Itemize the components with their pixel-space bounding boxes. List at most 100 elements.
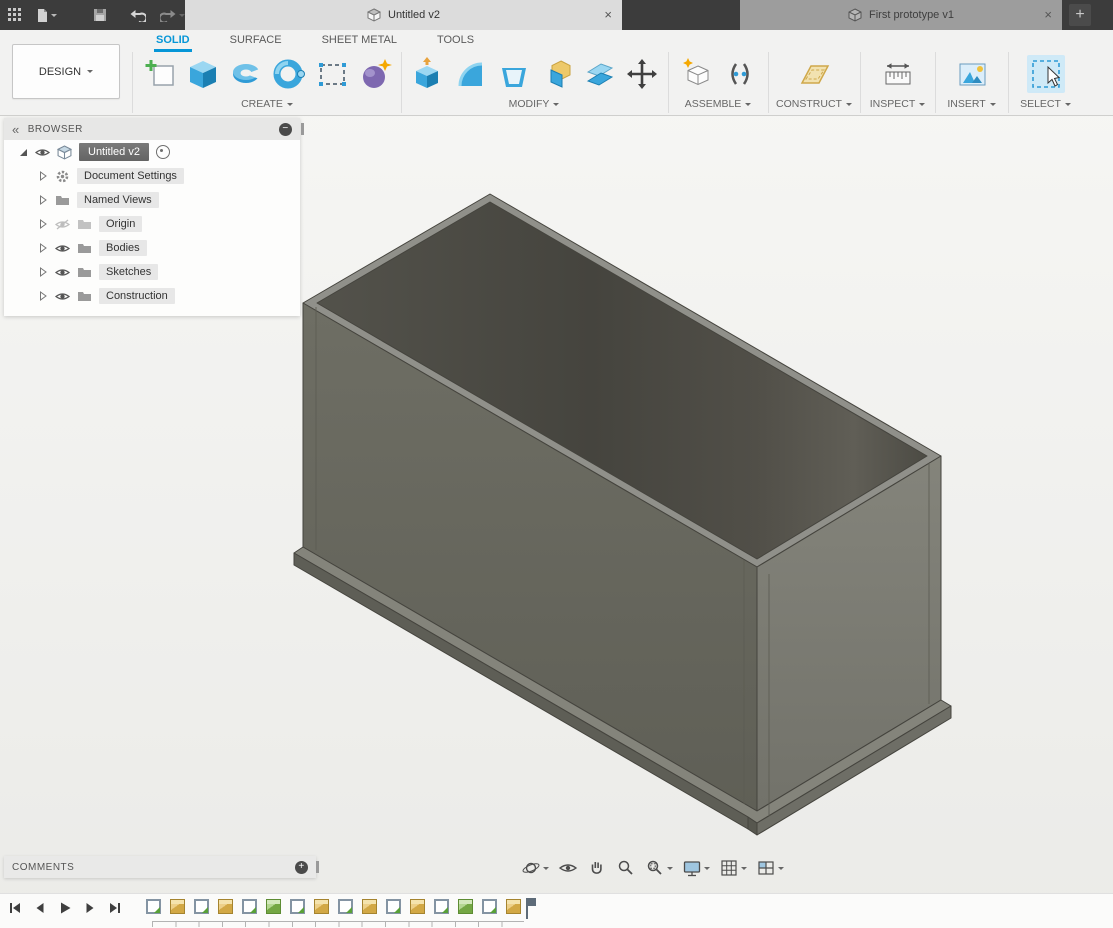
browser-header[interactable]: « BROWSER − bbox=[4, 118, 304, 140]
timeline-feature-extrude-icon[interactable] bbox=[506, 899, 521, 914]
zoom-icon[interactable] bbox=[613, 856, 639, 880]
app-grid-icon[interactable] bbox=[8, 8, 22, 22]
visibility-eye-icon[interactable] bbox=[55, 267, 70, 278]
group-dropdown-inspect[interactable]: INSPECT bbox=[860, 96, 935, 112]
timeline-feature-extrude-icon[interactable] bbox=[362, 899, 377, 914]
browser-item-label[interactable]: Document Settings bbox=[77, 168, 184, 184]
orbit-icon[interactable] bbox=[518, 856, 552, 880]
new-component-icon[interactable] bbox=[678, 55, 716, 93]
close-tab-icon[interactable]: × bbox=[604, 7, 612, 22]
collapsed-arrow-icon[interactable] bbox=[38, 243, 48, 253]
timeline-feature-sketch-icon[interactable] bbox=[290, 899, 305, 914]
timeline-feature-sketch-icon[interactable] bbox=[338, 899, 353, 914]
tab-sheet-metal[interactable]: SHEET METAL bbox=[306, 30, 413, 52]
browser-item-construction[interactable]: Construction bbox=[4, 284, 300, 308]
timeline-feature-sketch-icon[interactable] bbox=[386, 899, 401, 914]
tab-surface[interactable]: SURFACE bbox=[214, 30, 298, 52]
timeline-feature-extrude-green-icon[interactable] bbox=[458, 899, 473, 914]
tab-tools[interactable]: TOOLS bbox=[421, 30, 490, 52]
collapsed-arrow-icon[interactable] bbox=[38, 291, 48, 301]
new-tab-button[interactable]: + bbox=[1069, 4, 1091, 26]
undo-icon[interactable] bbox=[129, 8, 146, 22]
measure-icon[interactable] bbox=[879, 55, 917, 93]
display-settings-icon[interactable] bbox=[679, 856, 713, 880]
group-dropdown-modify[interactable]: MODIFY bbox=[400, 96, 668, 112]
file-icon[interactable] bbox=[36, 8, 57, 23]
panel-resize-handle[interactable] bbox=[316, 861, 319, 873]
press-pull-icon[interactable] bbox=[408, 55, 446, 93]
timeline-playhead-marker[interactable] bbox=[524, 898, 536, 919]
move-icon[interactable] bbox=[623, 55, 661, 93]
torus-icon[interactable] bbox=[270, 55, 308, 93]
redo-icon[interactable] bbox=[160, 8, 185, 22]
box-primitive-icon[interactable] bbox=[184, 55, 222, 93]
timeline-feature-extrude-green-icon[interactable] bbox=[266, 899, 281, 914]
close-tab-icon[interactable]: × bbox=[1044, 7, 1052, 22]
expand-comments-icon[interactable]: + bbox=[295, 860, 308, 874]
document-tab-inactive[interactable]: First prototype v1 × bbox=[740, 0, 1062, 30]
activate-radio-icon[interactable] bbox=[155, 145, 170, 159]
timeline-feature-sketch-icon[interactable] bbox=[194, 899, 209, 914]
group-dropdown-insert[interactable]: INSERT bbox=[935, 96, 1008, 112]
panel-resize-handle[interactable] bbox=[301, 123, 304, 135]
group-dropdown-select[interactable]: SELECT bbox=[1008, 96, 1083, 112]
timeline-feature-extrude-icon[interactable] bbox=[314, 899, 329, 914]
skip-to-start-icon[interactable] bbox=[8, 901, 22, 915]
browser-item-label[interactable]: Sketches bbox=[99, 264, 159, 280]
insert-image-icon[interactable] bbox=[953, 55, 991, 93]
timeline-feature-extrude-icon[interactable] bbox=[218, 899, 233, 914]
window-zoom-icon[interactable] bbox=[642, 856, 676, 880]
pan-hand-icon[interactable] bbox=[584, 856, 610, 880]
select-cursor-icon[interactable] bbox=[1026, 55, 1065, 93]
viewports-icon[interactable] bbox=[753, 856, 787, 880]
collapsed-arrow-icon[interactable] bbox=[38, 267, 48, 277]
save-icon[interactable] bbox=[93, 8, 107, 22]
coil-icon[interactable] bbox=[356, 55, 394, 93]
minimize-panel-icon[interactable]: − bbox=[279, 122, 292, 136]
tab-solid[interactable]: SOLID bbox=[140, 30, 206, 52]
browser-item-origin[interactable]: Origin bbox=[4, 212, 300, 236]
grid-settings-icon[interactable] bbox=[716, 856, 750, 880]
create-sketch-icon[interactable] bbox=[141, 55, 179, 93]
timeline-feature-sketch-icon[interactable] bbox=[434, 899, 449, 914]
fillet-icon[interactable] bbox=[451, 55, 489, 93]
document-tab-active[interactable]: Untitled v2 × bbox=[185, 0, 622, 30]
visibility-eye-icon[interactable] bbox=[35, 147, 50, 158]
browser-item-label[interactable]: Untitled v2 bbox=[79, 143, 149, 161]
timeline-feature-extrude-icon[interactable] bbox=[170, 899, 185, 914]
timeline-feature-sketch-icon[interactable] bbox=[146, 899, 161, 914]
visibility-eye-icon[interactable] bbox=[55, 243, 70, 254]
group-dropdown-create[interactable]: CREATE bbox=[133, 96, 401, 112]
browser-item-bodies[interactable]: Bodies bbox=[4, 236, 300, 260]
timeline-track[interactable] bbox=[152, 921, 524, 927]
browser-item-named-views[interactable]: Named Views bbox=[4, 188, 300, 212]
collapse-panel-icon[interactable]: « bbox=[12, 122, 20, 137]
browser-item-label[interactable]: Construction bbox=[99, 288, 175, 304]
workspace-selector[interactable]: DESIGN bbox=[12, 44, 120, 99]
browser-item-label[interactable]: Origin bbox=[99, 216, 143, 232]
comments-bar[interactable]: COMMENTS + bbox=[4, 856, 319, 878]
pattern-icon[interactable] bbox=[313, 55, 351, 93]
timeline-feature-sketch-icon[interactable] bbox=[482, 899, 497, 914]
shell-icon[interactable] bbox=[494, 55, 532, 93]
offset-face-icon[interactable] bbox=[580, 55, 618, 93]
browser-item-label[interactable]: Named Views bbox=[77, 192, 159, 208]
construction-plane-icon[interactable] bbox=[795, 55, 833, 93]
browser-item-document-settings[interactable]: Document Settings bbox=[4, 164, 300, 188]
collapsed-arrow-icon[interactable] bbox=[38, 195, 48, 205]
visibility-eye-hidden-icon[interactable] bbox=[55, 218, 70, 230]
expanded-arrow-icon[interactable] bbox=[18, 147, 28, 157]
step-forward-icon[interactable] bbox=[83, 901, 97, 915]
joint-icon[interactable] bbox=[721, 55, 759, 93]
combine-icon[interactable] bbox=[537, 55, 575, 93]
revolve-icon[interactable] bbox=[227, 55, 265, 93]
collapsed-arrow-icon[interactable] bbox=[38, 219, 48, 229]
collapsed-arrow-icon[interactable] bbox=[38, 171, 48, 181]
step-back-icon[interactable] bbox=[33, 901, 47, 915]
play-icon[interactable] bbox=[58, 901, 72, 915]
timeline-feature-sketch-icon[interactable] bbox=[242, 899, 257, 914]
skip-to-end-icon[interactable] bbox=[108, 901, 122, 915]
timeline-feature-extrude-icon[interactable] bbox=[410, 899, 425, 914]
browser-item-sketches[interactable]: Sketches bbox=[4, 260, 300, 284]
look-at-icon[interactable] bbox=[555, 856, 581, 880]
